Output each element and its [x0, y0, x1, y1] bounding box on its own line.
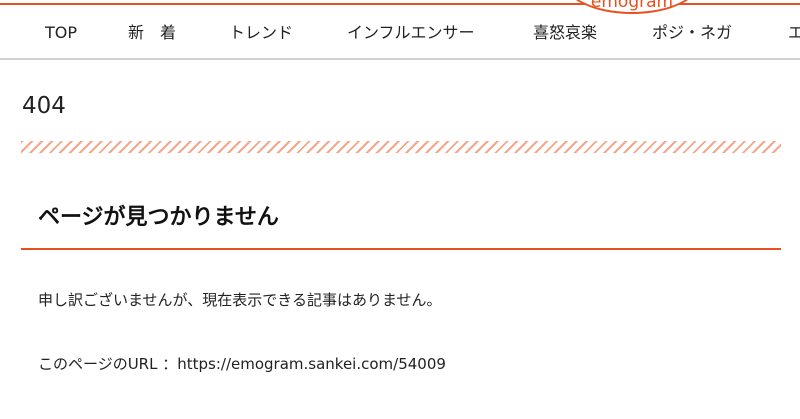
page-url-line: このページのURL ：https://emogram.sankei.com/54…: [38, 355, 446, 373]
logo-text: emogram: [590, 0, 674, 12]
hatched-divider: [21, 141, 781, 153]
page-title: ページが見つかりません: [38, 205, 279, 230]
nav-item-partial[interactable]: エ: [788, 24, 800, 42]
url-label: このページのURL ：: [38, 355, 178, 373]
main-nav: TOP 新 着 トレンド インフルエンサー 喜怒哀楽 ポジ・ネガ エ: [0, 5, 800, 59]
url-value: https://emogram.sankei.com/54009: [177, 355, 446, 373]
title-underline: [21, 248, 781, 250]
not-found-message: 申し訳ございませんが、現在表示できる記事はありません。: [38, 291, 442, 309]
nav-bottom-border: [0, 58, 800, 60]
error-code: 404: [22, 93, 66, 119]
nav-item-posi-nega[interactable]: ポジ・ネガ: [652, 24, 732, 42]
nav-item-influencer[interactable]: インフルエンサー: [347, 24, 475, 42]
nav-item-new[interactable]: 新 着: [128, 24, 176, 42]
nav-item-emotion[interactable]: 喜怒哀楽: [533, 24, 597, 42]
nav-item-trend[interactable]: トレンド: [229, 24, 293, 42]
nav-item-top[interactable]: TOP: [45, 24, 77, 42]
